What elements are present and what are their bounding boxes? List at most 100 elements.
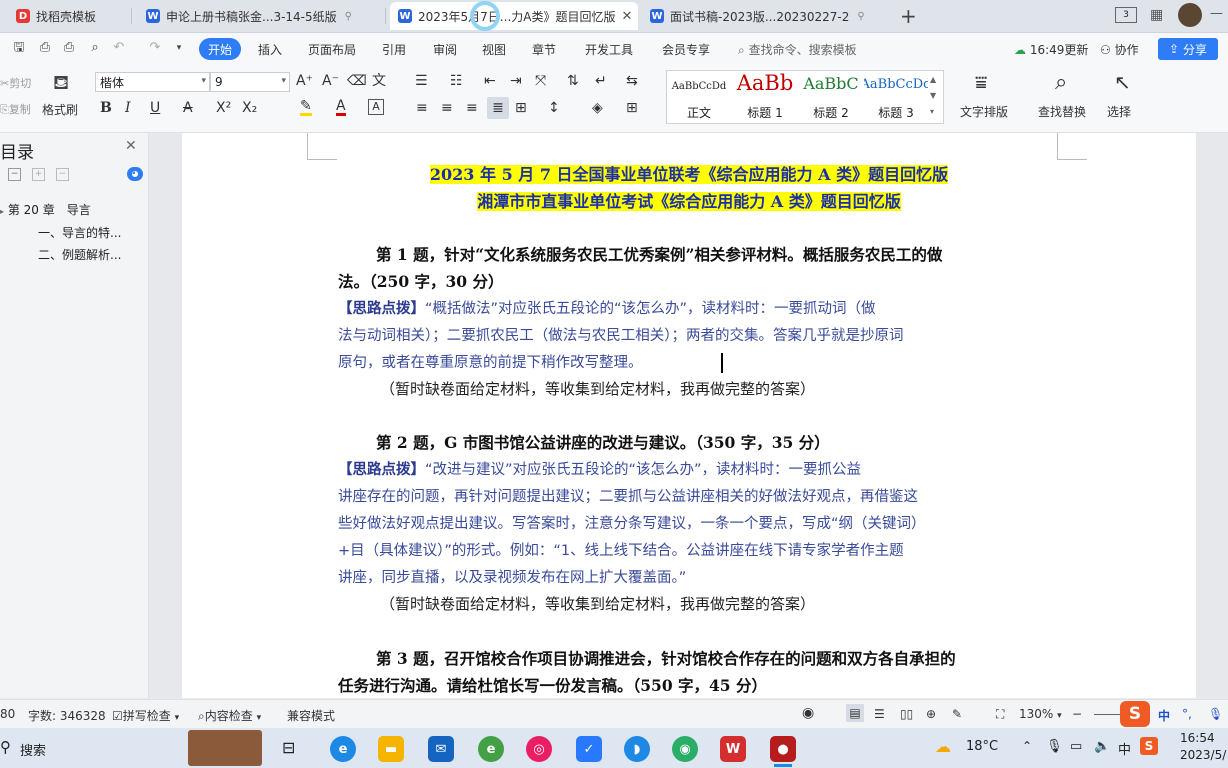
tab-interview-draft[interactable]: W 面试书稿-2023版...20230227-2 ⚲ bbox=[642, 2, 890, 30]
outline-view-icon[interactable]: ☰ bbox=[874, 707, 885, 721]
weather-icon[interactable]: ☁ bbox=[935, 737, 951, 756]
word-count[interactable]: 字数: 346328 bbox=[28, 707, 106, 724]
clock-date[interactable]: 2023/5/ bbox=[1180, 748, 1226, 762]
toc-smart-icon[interactable]: ◕ bbox=[127, 167, 143, 181]
shading-icon[interactable]: ◈ bbox=[592, 99, 603, 117]
tray-chevron-icon[interactable]: ⌃ bbox=[1022, 739, 1032, 753]
reading-view-icon[interactable]: ▯▯ bbox=[900, 707, 913, 721]
edge-browser-icon[interactable]: e bbox=[330, 736, 356, 762]
shrink-font-icon[interactable]: A⁻ bbox=[322, 72, 339, 90]
align-left-icon[interactable]: ≡ bbox=[416, 99, 428, 117]
italic-icon[interactable]: I bbox=[125, 99, 131, 117]
style-gallery-scroll-icon[interactable]: ▲ ▼ ▾ bbox=[930, 72, 936, 120]
page-view-icon[interactable]: ▤ bbox=[846, 704, 864, 722]
align-center-icon[interactable]: ≡ bbox=[441, 99, 453, 117]
export-icon[interactable]: ⎙ bbox=[38, 41, 52, 55]
sort-icon[interactable]: ⇅ bbox=[567, 72, 579, 90]
avatar[interactable] bbox=[1178, 3, 1202, 27]
borders-icon[interactable]: ⊞ bbox=[626, 99, 638, 117]
clear-format-icon[interactable]: ⌫ bbox=[347, 72, 367, 90]
ime-chinese-mode[interactable]: 中 bbox=[1158, 707, 1170, 724]
text-layout-icon[interactable]: ⩸ bbox=[975, 70, 987, 94]
tab-shenlun-draft[interactable]: W 申论上册书稿张金...3-14-5纸版 ⚲ bbox=[138, 2, 386, 30]
magnifier-icon[interactable]: ⌕ bbox=[1055, 70, 1067, 95]
style-normal[interactable]: AaBbCcDd 正文 bbox=[668, 71, 730, 121]
cut-button[interactable]: ✂剪切 bbox=[0, 75, 31, 91]
line-spacing-icon[interactable]: ↕ bbox=[548, 99, 560, 117]
chinese-layout-icon[interactable]: ⤧ bbox=[535, 72, 546, 90]
cloud-sync-status[interactable]: ☁ 16:49更新 bbox=[1014, 41, 1088, 58]
char-border-icon[interactable]: A bbox=[368, 99, 384, 115]
zoom-out-icon[interactable]: − bbox=[1072, 707, 1082, 721]
taskbar-search[interactable]: 搜索 bbox=[20, 740, 46, 759]
superscript-icon[interactable]: X² bbox=[216, 99, 231, 117]
align-justify-icon[interactable]: ≣ bbox=[487, 97, 509, 119]
format-painter-icon[interactable]: ⛾ bbox=[46, 70, 76, 97]
chat-app-icon[interactable]: ◗ bbox=[624, 736, 650, 762]
collab-button[interactable]: ⚇ 协作 bbox=[1100, 41, 1139, 58]
print-icon[interactable]: ⎙ bbox=[62, 41, 76, 55]
phonetic-icon[interactable]: 文 bbox=[372, 72, 386, 90]
mail-icon[interactable]: ✉ bbox=[428, 736, 454, 762]
menu-section[interactable]: 章节 bbox=[532, 41, 556, 58]
content-check-button[interactable]: ⌕内容检查 ▾ bbox=[198, 707, 261, 724]
fit-page-icon[interactable]: ⛶ bbox=[996, 707, 1004, 722]
tray-ime-mode[interactable]: 中 bbox=[1118, 739, 1131, 758]
redo-icon[interactable]: ↷ bbox=[148, 41, 162, 55]
highlight-icon[interactable]: ✎ bbox=[300, 99, 312, 116]
collapse-all-icon[interactable]: − bbox=[8, 168, 21, 181]
format-painter-label[interactable]: 格式刷 bbox=[42, 101, 78, 118]
print-preview-icon[interactable]: ⌕ bbox=[88, 41, 102, 55]
toc-item-section-1[interactable]: 一、导言的特... bbox=[38, 224, 121, 241]
pin-icon[interactable]: ⚲ bbox=[857, 11, 864, 22]
tab-daoke[interactable]: D 找稻壳模板 bbox=[8, 2, 132, 30]
sogou-ime-icon[interactable]: S bbox=[1120, 701, 1150, 727]
expand-icon[interactable]: + bbox=[32, 168, 45, 181]
minimize-icon[interactable]: — bbox=[1210, 6, 1223, 21]
task-view-icon[interactable]: ⊟ bbox=[282, 738, 295, 757]
zoom-level[interactable]: 130% ▾ bbox=[1019, 707, 1062, 721]
decrease-indent-icon[interactable]: ⇤ bbox=[484, 72, 496, 90]
collapse-icon[interactable]: − bbox=[56, 168, 69, 181]
tab-icon[interactable]: ⇆ bbox=[626, 72, 638, 90]
select-button[interactable]: 选择 bbox=[1107, 103, 1131, 120]
network-icon[interactable]: ▭ bbox=[1070, 739, 1082, 754]
copy-button[interactable]: ⎘复制 bbox=[0, 101, 31, 117]
feishu-icon[interactable]: ✓ bbox=[576, 736, 602, 762]
share-button[interactable]: ⇪ 分享 bbox=[1158, 38, 1218, 60]
cursor-select-icon[interactable]: ↖ bbox=[1114, 70, 1131, 94]
photos-icon[interactable]: ◎ bbox=[526, 736, 552, 762]
grow-font-icon[interactable]: A⁺ bbox=[296, 72, 313, 90]
underline-icon[interactable]: U bbox=[150, 99, 160, 117]
close-tab-icon[interactable]: ✕ bbox=[621, 9, 632, 24]
page-number[interactable]: 80 bbox=[0, 707, 15, 721]
tray-mic-icon[interactable]: 🎙 bbox=[1046, 739, 1063, 754]
undo-icon[interactable]: ↶ bbox=[112, 41, 126, 55]
find-replace-button[interactable]: 查找替换 bbox=[1038, 103, 1086, 120]
menu-insert[interactable]: 插入 bbox=[258, 41, 282, 58]
menu-references[interactable]: 引用 bbox=[382, 41, 406, 58]
wechat-icon[interactable]: ◉ bbox=[672, 736, 698, 762]
screen-recorder-icon[interactable]: ● bbox=[770, 736, 796, 762]
bullet-list-icon[interactable]: ☰ bbox=[415, 72, 428, 90]
distribute-icon[interactable]: ⊞ bbox=[515, 99, 527, 117]
bold-icon[interactable]: B bbox=[100, 99, 112, 117]
wps-office-icon[interactable]: W bbox=[720, 736, 746, 762]
numbered-list-icon[interactable]: ☷ bbox=[450, 72, 463, 90]
browser-green-icon[interactable]: e bbox=[478, 736, 504, 762]
quick-access-dropdown-icon[interactable]: ▾ bbox=[172, 41, 186, 55]
font-family-select[interactable]: 楷体 ▾ bbox=[95, 72, 210, 92]
new-tab-icon[interactable]: + bbox=[900, 4, 917, 28]
show-marks-icon[interactable]: ↵ bbox=[595, 72, 607, 90]
increase-indent-icon[interactable]: ⇥ bbox=[510, 72, 522, 90]
style-heading-2[interactable]: AaBbC 标题 2 bbox=[800, 71, 862, 121]
file-explorer-icon[interactable]: ▬ bbox=[378, 736, 404, 762]
search-icon[interactable]: ⚲ bbox=[0, 738, 11, 756]
menu-page-layout[interactable]: 页面布局 bbox=[308, 41, 356, 58]
font-size-select[interactable]: 9 ▾ bbox=[210, 72, 290, 92]
strikethrough-icon[interactable]: A bbox=[183, 99, 193, 117]
weather-temp[interactable]: 18°C bbox=[966, 739, 998, 754]
menu-developer[interactable]: 开发工具 bbox=[585, 41, 633, 58]
write-mode-icon[interactable]: ✎ bbox=[952, 707, 962, 721]
subscript-icon[interactable]: X₂ bbox=[242, 99, 257, 117]
